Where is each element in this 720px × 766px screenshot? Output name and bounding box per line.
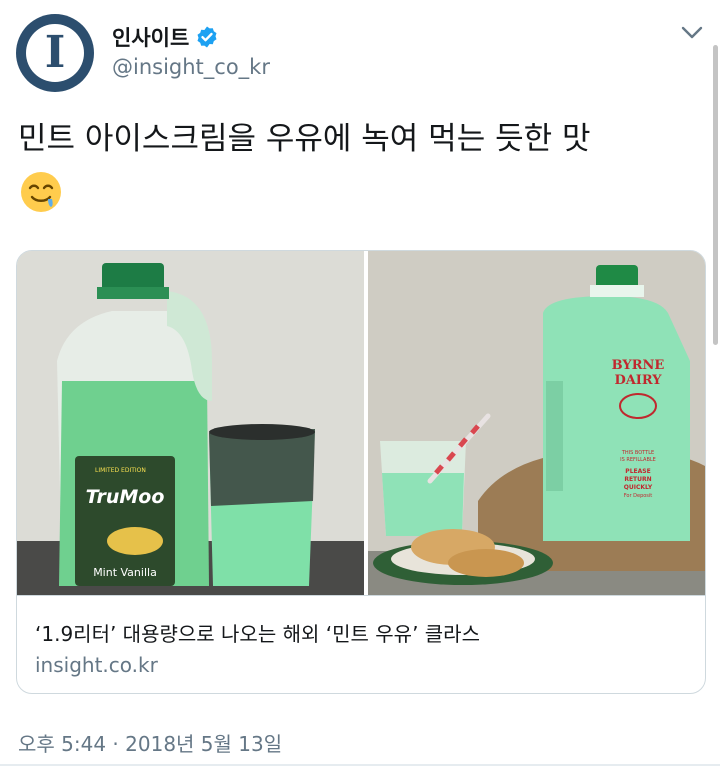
trumoo-photo: TruMoo LIMITED EDITION Mint Vanilla <box>17 251 364 595</box>
byrne-please3: QUICKLY <box>624 484 653 491</box>
tweet-body: 민트 아이스크림을 우유에 녹여 먹는 듯한 맛 <box>18 121 591 157</box>
card-title[interactable]: ‘1.9리터’ 대용량으로 나오는 해외 ‘민트 우유’ 클라스 <box>35 618 480 647</box>
byrne-small2: IS REFILLABLE <box>620 457 656 463</box>
byrne-please2: RETURN <box>624 476 651 483</box>
avatar[interactable]: I <box>16 14 94 92</box>
drooling-face-emoji-icon <box>21 172 61 212</box>
tweet-text: 민트 아이스크림을 우유에 녹여 먹는 듯한 맛 <box>18 115 708 215</box>
byrne-please1: PLEASE <box>625 468 650 475</box>
limited-badge: LIMITED EDITION <box>95 467 146 474</box>
avatar-letter: I <box>44 27 66 78</box>
scrollbar[interactable] <box>713 45 718 345</box>
trumoo-brand: TruMoo <box>86 486 165 508</box>
chevron-down-icon[interactable] <box>678 18 706 46</box>
card-meta[interactable]: ‘1.9리터’ 대용량으로 나오는 해외 ‘민트 우유’ 클라스 insight… <box>17 595 705 693</box>
verified-badge-icon <box>197 26 217 48</box>
byrne-small1: THIS BOTTLE <box>621 450 654 456</box>
byrne-brand-line1: BYRNE <box>612 358 665 373</box>
tweet-timestamp[interactable]: 오후 5:44 · 2018년 5월 13일 <box>18 728 282 757</box>
display-name[interactable]: 인사이트 <box>112 22 189 52</box>
card-domain: insight.co.kr <box>35 653 158 677</box>
byrne-brand-line2: DAIRY <box>614 373 662 388</box>
link-card[interactable]: TruMoo LIMITED EDITION Mint Vanilla BYRN… <box>16 250 706 694</box>
trumoo-flavor: Mint Vanilla <box>93 566 157 579</box>
byrne-small3: For Deposit <box>624 493 653 499</box>
tweet-header: I 인사이트 @insight_co_kr <box>0 0 720 100</box>
byrne-dairy-photo: BYRNE DAIRY THIS BOTTLE IS REFILLABLE PL… <box>368 251 705 595</box>
handle[interactable]: @insight_co_kr <box>112 55 270 79</box>
card-image[interactable]: TruMoo LIMITED EDITION Mint Vanilla BYRN… <box>17 251 705 595</box>
